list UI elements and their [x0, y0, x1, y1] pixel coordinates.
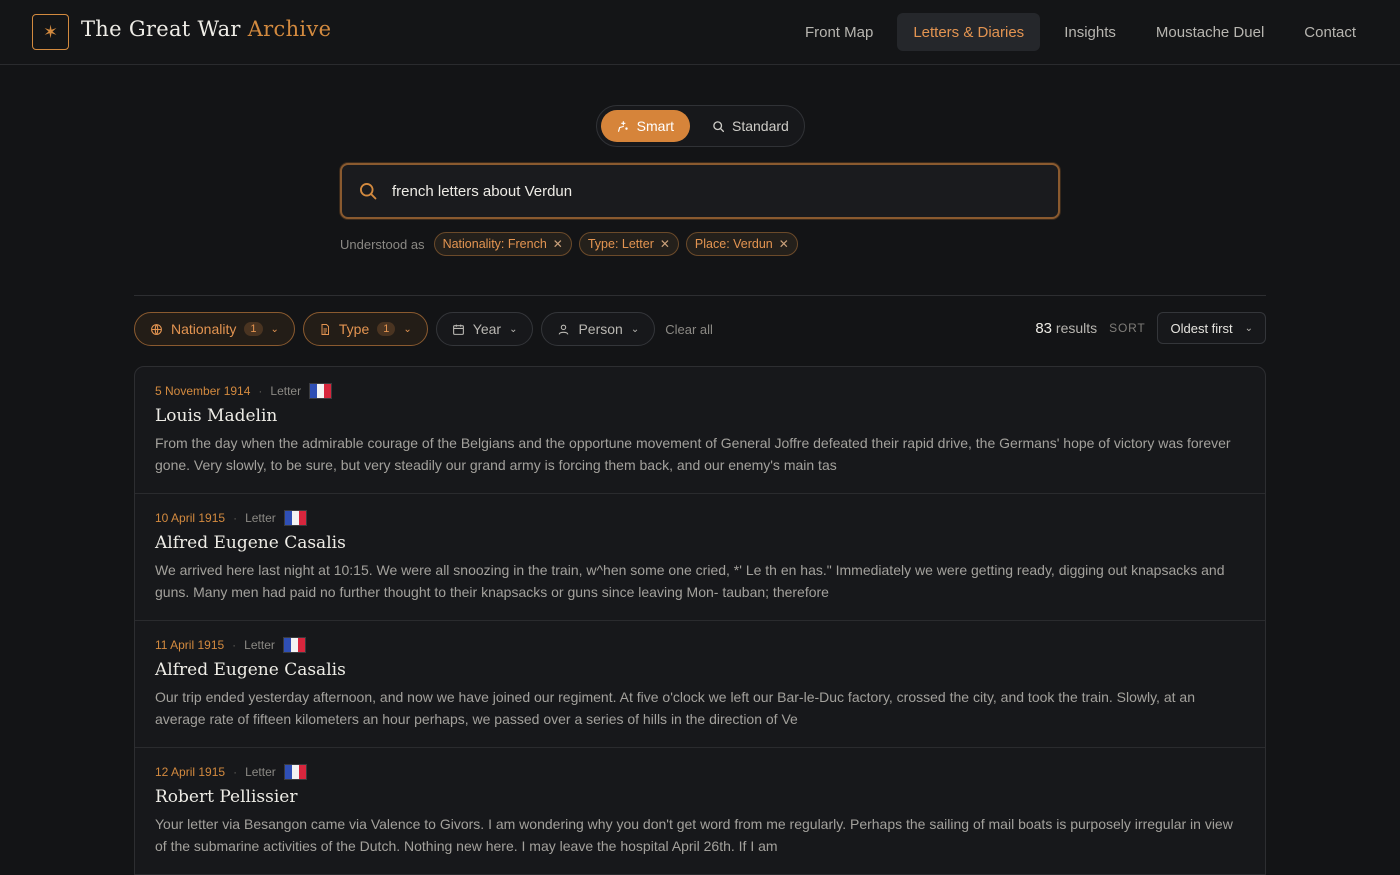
result-excerpt: Our trip ended yesterday afternoon, and …: [155, 689, 1195, 727]
result-excerpt: We arrived here last night at 10:15. We …: [155, 562, 1225, 600]
top-header: ✶ The Great War Archive Front Map Letter…: [0, 0, 1400, 65]
separator-dot: ·: [233, 765, 238, 779]
filter-type[interactable]: Type 1 ⌄: [302, 312, 428, 346]
result-date: 12 April 1915: [155, 765, 226, 779]
result-type: Letter: [270, 384, 302, 398]
chevron-down-icon: ⌄: [1244, 322, 1253, 334]
chip-place[interactable]: Place: Verdun ✕: [685, 232, 798, 256]
filter-label: Person: [578, 321, 623, 337]
result-type: Letter: [244, 638, 275, 652]
chip-label: Type: Letter: [587, 237, 654, 251]
filter-year[interactable]: Year ⌄: [435, 312, 534, 346]
brand-accent: Archive: [247, 17, 332, 41]
calendar-icon: [452, 324, 464, 335]
result-type: Letter: [245, 765, 276, 779]
separator-dot: ·: [232, 638, 237, 652]
chip-label: Nationality: French: [442, 237, 547, 251]
search-input[interactable]: [392, 182, 1032, 200]
chevron-down-icon: ⌄: [270, 323, 279, 335]
results-list: 5 November 1914 · Letter Louis Madelin F…: [134, 366, 1266, 875]
results-meta: 83 results SORT Oldest first ⌄: [1035, 312, 1266, 344]
main-nav: Front Map Letters & Diaries Insights Mou…: [789, 13, 1372, 51]
filter-label: Year: [472, 321, 502, 337]
nav-contact[interactable]: Contact: [1288, 13, 1372, 51]
result-date: 11 April 1915: [155, 638, 225, 652]
sort-label: SORT: [1109, 321, 1146, 335]
chip-label: Place: Verdun: [694, 237, 773, 251]
nav-letters-diaries[interactable]: Letters & Diaries: [897, 13, 1041, 51]
french-flag-icon: [283, 764, 307, 780]
results-count-suffix: results: [1055, 319, 1098, 336]
brand-title[interactable]: The Great War Archive: [81, 17, 331, 41]
person-icon: [559, 324, 569, 335]
separator-dot: ·: [233, 511, 238, 525]
filter-label: Nationality: [171, 321, 237, 337]
result-author[interactable]: Louis Madelin: [155, 406, 1245, 426]
search-icon: [360, 183, 377, 200]
chevron-down-icon: ⌄: [403, 323, 412, 335]
clear-all-button[interactable]: Clear all: [665, 322, 713, 337]
result-meta: 10 April 1915 · Letter: [155, 510, 1245, 526]
filter-bar: Nationality 1 ⌄ Type 1 ⌄ Year ⌄ Person ⌄…: [134, 312, 713, 346]
french-flag-icon: [282, 637, 306, 653]
filter-label: Type: [338, 321, 370, 337]
understood-as-row: Understood as Nationality: French ✕ Type…: [340, 232, 798, 256]
filter-person[interactable]: Person ⌄: [541, 312, 656, 346]
understood-as-label: Understood as: [340, 236, 425, 252]
nav-moustache-duel[interactable]: Moustache Duel: [1140, 13, 1280, 51]
result-item[interactable]: 12 April 1915 · Letter Robert Pellissier…: [135, 748, 1265, 875]
result-item[interactable]: 11 April 1915 · Letter Alfred Eugene Cas…: [135, 621, 1265, 748]
smart-mode-label: Smart: [636, 118, 674, 134]
standard-mode-button[interactable]: Standard: [696, 110, 805, 142]
french-flag-icon: [309, 383, 333, 399]
smart-mode-button[interactable]: Smart: [601, 110, 690, 142]
result-date: 5 November 1914: [155, 384, 251, 398]
nav-front-map[interactable]: Front Map: [789, 13, 889, 51]
separator-dot: ·: [258, 384, 263, 398]
result-date: 10 April 1915: [155, 511, 226, 525]
sparkle-icon: [618, 120, 628, 132]
close-icon[interactable]: ✕: [660, 237, 670, 251]
close-icon[interactable]: ✕: [553, 237, 563, 251]
results-count-number: 83: [1035, 319, 1053, 337]
filter-count-badge: 1: [377, 322, 396, 336]
sort-value: Oldest first: [1170, 320, 1233, 336]
result-meta: 5 November 1914 · Letter: [155, 383, 1245, 399]
globe-icon: [151, 323, 162, 335]
nav-insights[interactable]: Insights: [1048, 13, 1132, 51]
result-meta: 12 April 1915 · Letter: [155, 764, 1245, 780]
standard-mode-label: Standard: [732, 118, 789, 134]
chevron-down-icon: ⌄: [509, 323, 518, 335]
chip-type[interactable]: Type: Letter ✕: [578, 232, 679, 256]
brand-main: The Great War: [81, 17, 241, 41]
document-icon: [321, 323, 329, 335]
result-excerpt: Your letter via Besangon came via Valenc…: [155, 816, 1233, 854]
sort-select[interactable]: Oldest first ⌄: [1157, 312, 1266, 344]
result-author[interactable]: Alfred Eugene Casalis: [155, 660, 1245, 680]
search-box: [340, 163, 1060, 219]
filter-nationality[interactable]: Nationality 1 ⌄: [134, 312, 295, 346]
result-type: Letter: [245, 511, 276, 525]
filter-count-badge: 1: [244, 322, 263, 336]
result-author[interactable]: Robert Pellissier: [155, 787, 1245, 807]
result-meta: 11 April 1915 · Letter: [155, 637, 1245, 653]
result-author[interactable]: Alfred Eugene Casalis: [155, 533, 1245, 553]
close-icon[interactable]: ✕: [779, 237, 789, 251]
search-icon: [713, 120, 725, 132]
search-mode-toggle: Smart Standard: [596, 105, 805, 147]
result-item[interactable]: 10 April 1915 · Letter Alfred Eugene Cas…: [135, 494, 1265, 621]
section-divider: [134, 295, 1266, 296]
result-item[interactable]: 5 November 1914 · Letter Louis Madelin F…: [135, 367, 1265, 494]
chevron-down-icon: ⌄: [630, 323, 640, 335]
star-logo-icon[interactable]: ✶: [32, 14, 69, 50]
results-count: 83 results: [1035, 320, 1097, 337]
chip-nationality[interactable]: Nationality: French ✕: [433, 232, 572, 256]
result-excerpt: From the day when the admirable courage …: [155, 435, 1231, 473]
french-flag-icon: [283, 510, 307, 526]
